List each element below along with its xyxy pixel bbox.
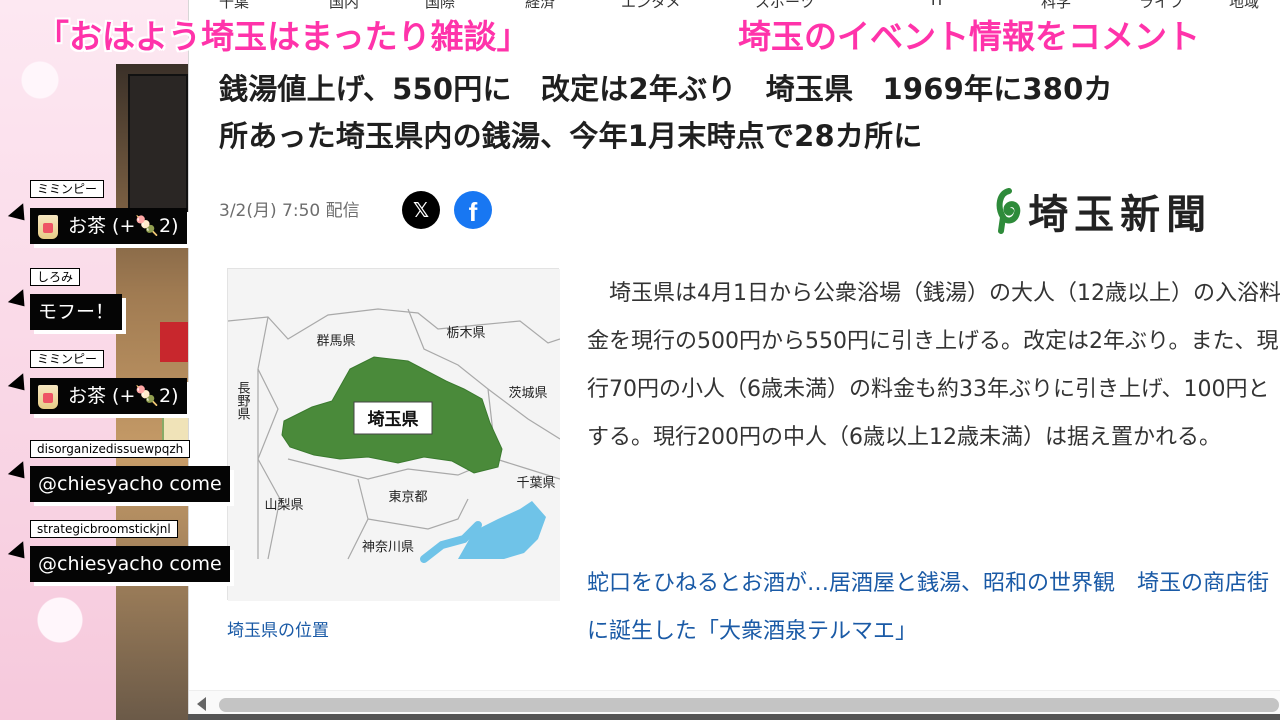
chat-text: お茶 (+🍡2) <box>68 215 179 237</box>
chat-text: @chiesyacho come <box>38 473 222 495</box>
chat-username: しろみ <box>30 268 81 286</box>
map-label-chiba: 千葉県 <box>516 476 555 491</box>
headline-line-1: 銭湯値上げ、550円に 改定は2年ぶり 埼玉県 1969年に380カ <box>219 72 1113 106</box>
headline-line-2: 所あった埼玉県内の銭湯、今年1月末時点で28カ所に <box>219 119 923 153</box>
map-label-yamanashi: 山梨県 <box>264 498 303 513</box>
map-label-kanagawa: 神奈川県 <box>362 540 414 555</box>
map-caption[interactable]: 埼玉県の位置 <box>227 616 329 641</box>
article-headline: 銭湯値上げ、550円に 改定は2年ぶり 埼玉県 1969年に380カ 所あった埼… <box>219 66 1280 160</box>
nav-item[interactable]: IT <box>931 0 945 9</box>
bottom-strip <box>188 714 1280 720</box>
map-label-ibaraki: 茨城県 <box>508 386 547 401</box>
tea-cup-icon <box>38 214 58 239</box>
publisher-logo[interactable]: 埼玉新聞 <box>995 182 1212 238</box>
chat-text: @chiesyacho come <box>38 553 222 575</box>
tea-cup-icon <box>38 384 58 409</box>
chat-username: ミミンピー <box>30 180 105 198</box>
chat-text: モフー！ <box>38 301 115 323</box>
map-label-saitama: 埼玉県 <box>368 409 419 430</box>
publish-date: 3/2(月) 7:50 配信 <box>219 201 360 221</box>
facebook-share-button[interactable]: f <box>454 191 492 229</box>
stream-title-left: 「おはよう埼玉はまったり雑談」 <box>36 17 530 56</box>
facebook-logo-icon: f <box>468 197 478 227</box>
map-label-gunma: 群馬県 <box>316 334 355 349</box>
related-article-link[interactable]: 蛇口をひねるとお酒が…居酒屋と銭湯、昭和の世界観 埼玉の商店街に誕生した「大衆酒… <box>587 560 1280 656</box>
chat-text: お茶 (+🍡2) <box>68 385 179 407</box>
saitama-shimbun-logo-icon <box>996 188 1021 234</box>
chat-bubble: モフー！ <box>30 294 123 330</box>
scroll-left-arrow-icon[interactable] <box>197 697 206 711</box>
nav-item[interactable]: エンタメ <box>621 0 681 12</box>
prefecture-map: 埼玉県 群馬県 栃木県 茨城県 千葉県 山梨県 東京都 神奈川県 長野県 <box>227 269 561 601</box>
scrollbar-thumb[interactable] <box>219 698 1279 712</box>
chat-username: ミミンピー <box>30 350 105 368</box>
chat-bubble: お茶 (+🍡2) <box>30 208 187 244</box>
x-share-button[interactable]: 𝕏 <box>402 191 440 229</box>
poster-image <box>128 74 188 224</box>
chat-bubble: @chiesyacho come <box>30 466 230 502</box>
map-label-tochigi: 栃木県 <box>446 326 485 341</box>
chat-bubble: お茶 (+🍡2) <box>30 378 187 414</box>
article-body: 埼玉県は4月1日から公衆浴場（銭湯）の大人（12歳以上）の入浴料金を現行の500… <box>587 281 1280 450</box>
publisher-name: 埼玉新聞 <box>1028 191 1213 238</box>
chat-bubble: @chiesyacho come <box>30 546 230 582</box>
browser-content: 千葉 国内 国際 経済 エンタメ スポーツ IT 科学 ライフ 地域 銭湯値上げ… <box>188 0 1280 718</box>
chat-username: strategicbroomstickjnl <box>30 520 178 538</box>
saitama-map-image[interactable]: 埼玉県 群馬県 栃木県 茨城県 千葉県 山梨県 東京都 神奈川県 長野県 <box>227 268 561 601</box>
nav-item[interactable]: 地域 <box>1229 0 1259 12</box>
chat-username: disorganizedissuewpqzh <box>30 440 191 458</box>
map-label-tokyo: 東京都 <box>388 489 427 505</box>
x-logo-icon: 𝕏 <box>412 198 430 222</box>
map-label-nagano: 長野県 <box>235 381 251 420</box>
stream-title-right: 埼玉のイベント情報をコメント <box>738 17 1200 56</box>
